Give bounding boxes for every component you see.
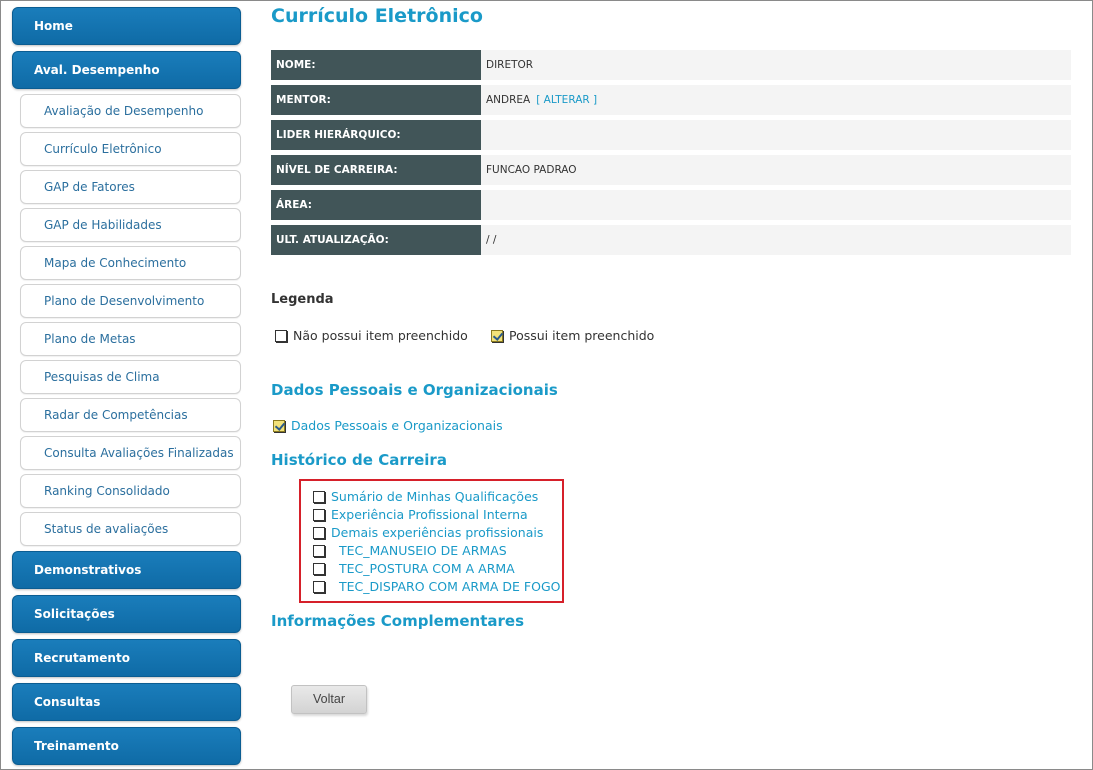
nav-consultas[interactable]: Consultas — [12, 683, 241, 721]
empty-checkbox-icon — [313, 490, 325, 503]
historico-link-demais-experiencias[interactable]: Demais experiências profissionais — [313, 525, 543, 540]
info-row-area: ÁREA: — [271, 190, 1071, 220]
info-row-mentor: MENTOR: ANDREA [ ALTERAR ] — [271, 85, 1071, 115]
empty-checkbox-icon — [275, 329, 287, 342]
historico-section-title: Histórico de Carreira — [271, 451, 447, 469]
historico-link-tec-disparo[interactable]: TEC_DISPARO COM ARMA DE FOGO — [313, 579, 560, 594]
nivel-label: NÍVEL DE CARREIRA: — [271, 155, 481, 185]
nav-sub-avaliacao-desempenho[interactable]: Avaliação de Desempenho — [20, 94, 241, 128]
info-row-nome: NOME: DIRETOR — [271, 50, 1071, 80]
empty-checkbox-icon — [313, 562, 325, 575]
dados-section-title: Dados Pessoais e Organizacionais — [271, 381, 558, 399]
empty-checkbox-icon — [313, 580, 325, 593]
nome-value: DIRETOR — [481, 50, 1071, 80]
nav-sub-radar-competencias[interactable]: Radar de Competências — [20, 398, 241, 432]
nav-sub-mapa-conhecimento[interactable]: Mapa de Conhecimento — [20, 246, 241, 280]
checked-checkbox-icon — [491, 329, 503, 342]
nivel-value: FUNCAO PADRAO — [481, 155, 1071, 185]
area-value — [481, 190, 1071, 220]
nav-treinamento[interactable]: Treinamento — [12, 727, 241, 765]
info-row-nivel: NÍVEL DE CARREIRA: FUNCAO PADRAO — [271, 155, 1071, 185]
ult-atualizacao-value: / / — [481, 225, 1071, 255]
nav-sub-ranking-consolidado[interactable]: Ranking Consolidado — [20, 474, 241, 508]
nav-recrutamento[interactable]: Recrutamento — [12, 639, 241, 677]
historico-link-label: Experiência Profissional Interna — [331, 507, 528, 522]
empty-checkbox-icon — [313, 526, 325, 539]
historico-link-tec-manuseio[interactable]: TEC_MANUSEIO DE ARMAS — [313, 543, 507, 558]
nav-aval-desempenho[interactable]: Aval. Desempenho — [12, 51, 241, 89]
legend-unchecked-label: Não possui item preenchido — [293, 328, 468, 343]
dados-link-label: Dados Pessoais e Organizacionais — [291, 418, 503, 433]
empty-checkbox-icon — [313, 508, 325, 521]
empty-checkbox-icon — [313, 544, 325, 557]
lider-label: LIDER HIERÁRQUICO: — [271, 120, 481, 150]
historico-link-sumario[interactable]: Sumário de Minhas Qualificações — [313, 489, 538, 504]
nav-home[interactable]: Home — [12, 7, 241, 45]
page-title: Currículo Eletrônico — [271, 5, 483, 27]
voltar-button[interactable]: Voltar — [291, 685, 367, 714]
checked-checkbox-icon — [273, 419, 285, 432]
legend-checked: Possui item preenchido — [491, 328, 654, 343]
nav-sub-consulta-avaliacoes[interactable]: Consulta Avaliações Finalizadas — [20, 436, 241, 470]
mentor-value: ANDREA — [486, 94, 531, 106]
complementares-section-title: Informações Complementares — [271, 612, 525, 630]
mentor-label: MENTOR: — [271, 85, 481, 115]
historico-link-tec-postura[interactable]: TEC_POSTURA COM A ARMA — [313, 561, 515, 576]
historico-link-experiencia-interna[interactable]: Experiência Profissional Interna — [313, 507, 528, 522]
nav-sub-curriculo-eletronico[interactable]: Currículo Eletrônico — [20, 132, 241, 166]
nav-sub-gap-habilidades[interactable]: GAP de Habilidades — [20, 208, 241, 242]
dados-link[interactable]: Dados Pessoais e Organizacionais — [273, 418, 503, 433]
historico-link-label: Sumário de Minhas Qualificações — [331, 489, 539, 504]
nome-label: NOME: — [271, 50, 481, 80]
legend-unchecked: Não possui item preenchido — [275, 328, 468, 343]
historico-link-label: TEC_MANUSEIO DE ARMAS — [339, 543, 507, 558]
historico-link-label: Demais experiências profissionais — [331, 525, 544, 540]
nav-sub-plano-desenvolvimento[interactable]: Plano de Desenvolvimento — [20, 284, 241, 318]
legend-title: Legenda — [271, 292, 334, 307]
area-label: ÁREA: — [271, 190, 481, 220]
alterar-mentor-link[interactable]: [ ALTERAR ] — [536, 94, 597, 106]
historico-link-label: TEC_POSTURA COM A ARMA — [339, 561, 515, 576]
info-row-ult-atualizacao: ULT. ATUALIZAÇÃO: / / — [271, 225, 1071, 255]
legend-checked-label: Possui item preenchido — [509, 328, 655, 343]
info-row-lider: LIDER HIERÁRQUICO: — [271, 120, 1071, 150]
mentor-value-cell: ANDREA [ ALTERAR ] — [481, 85, 1071, 115]
ult-atualizacao-label: ULT. ATUALIZAÇÃO: — [271, 225, 481, 255]
nav-demonstrativos[interactable]: Demonstrativos — [12, 551, 241, 589]
nav-sub-pesquisas-clima[interactable]: Pesquisas de Clima — [20, 360, 241, 394]
nav-solicitacoes[interactable]: Solicitações — [12, 595, 241, 633]
nav-sub-status-avaliacoes[interactable]: Status de avaliações — [20, 512, 241, 546]
nav-sub-gap-fatores[interactable]: GAP de Fatores — [20, 170, 241, 204]
historico-link-label: TEC_DISPARO COM ARMA DE FOGO — [339, 579, 561, 594]
nav-sub-plano-metas[interactable]: Plano de Metas — [20, 322, 241, 356]
lider-value — [481, 120, 1071, 150]
